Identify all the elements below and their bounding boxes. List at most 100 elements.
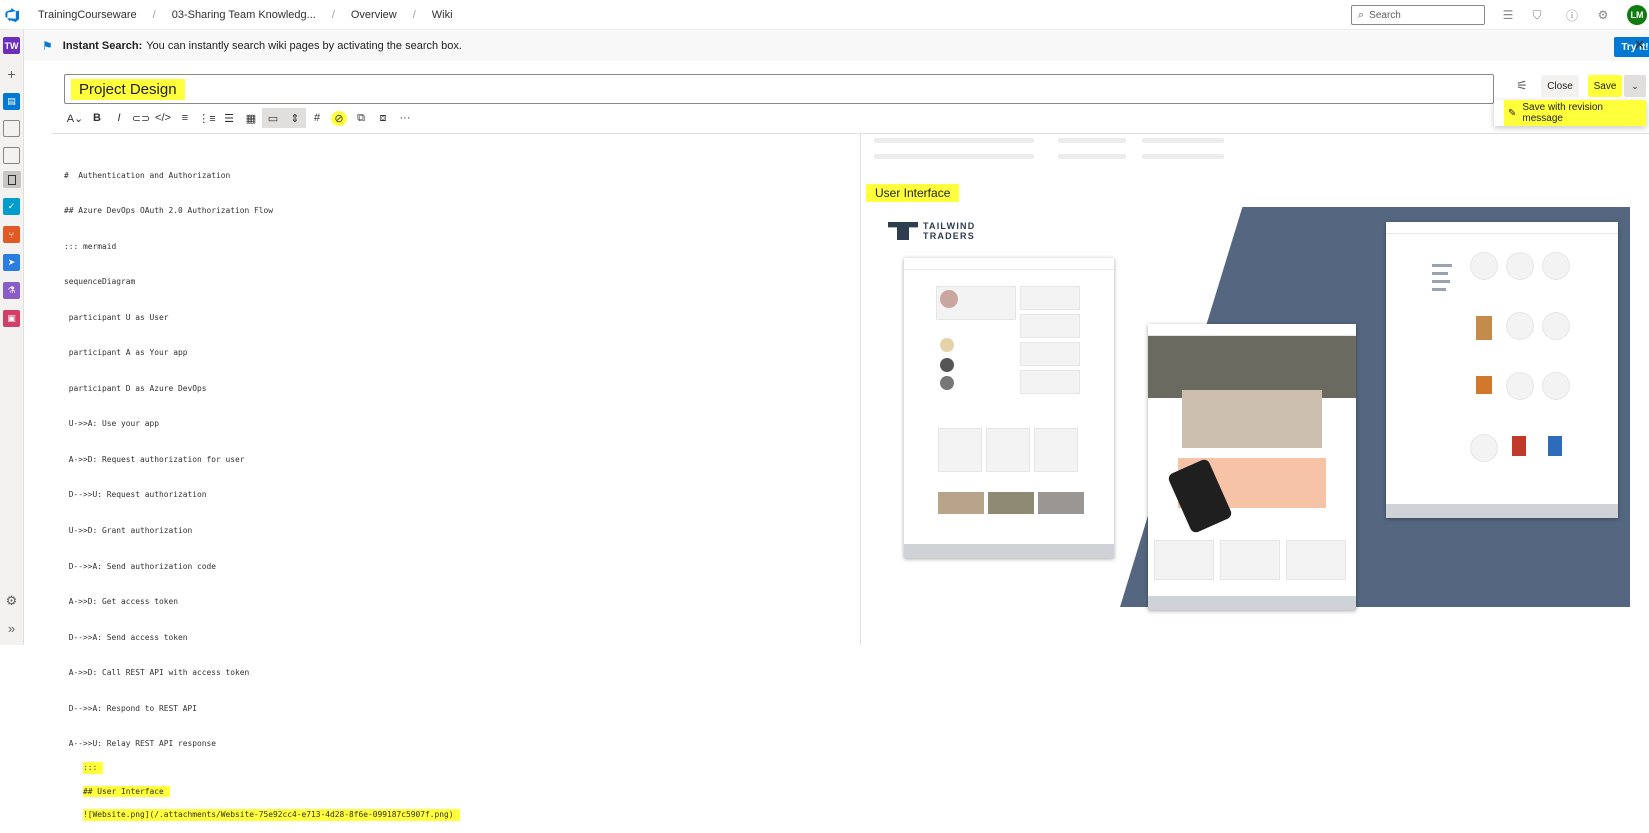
checklist-icon[interactable]: ☰	[218, 108, 240, 128]
md-line: ## Azure DevOps OAuth 2.0 Authorization …	[64, 206, 274, 216]
breadcrumb-wiki[interactable]: Wiki	[428, 9, 457, 21]
md-line: ## User Interface	[83, 785, 170, 798]
add-icon[interactable]: +	[3, 65, 20, 82]
md-line: :::	[83, 761, 104, 774]
bulleted-list-icon[interactable]: ≡	[174, 108, 196, 128]
instant-search-banner: ⚑ Instant Search: You can instantly sear…	[24, 31, 1649, 61]
tailwind-traders-logo: TAILWIND TRADERS	[888, 221, 975, 241]
markdown-content: # Authentication and Authorization ## Az…	[64, 146, 460, 833]
brand-line-1: TAILWIND	[923, 221, 976, 231]
code-icon[interactable]: </>	[152, 108, 174, 128]
breadcrumb: TrainingCourseware / 03-Sharing Team Kno…	[34, 9, 457, 21]
md-line: A-->>U: Relay REST API response	[64, 739, 217, 749]
banner-label: Instant Search:	[62, 40, 143, 52]
preview-toggle-icon[interactable]: ▭	[262, 108, 284, 128]
md-line: D-->>A: Respond to REST API	[64, 703, 198, 713]
azure-devops-logo-icon[interactable]	[0, 0, 24, 30]
lightbulb-icon: ⚑	[42, 39, 53, 53]
attachment-icon[interactable]: ⊘	[328, 108, 350, 128]
search-placeholder: Search	[1369, 9, 1401, 21]
md-line: U->>D: Grant authorization	[64, 526, 193, 535]
loading-placeholder	[1142, 138, 1224, 143]
user-settings-icon[interactable]: ⚙	[1595, 7, 1611, 23]
close-button[interactable]: Close	[1541, 75, 1579, 97]
numbered-list-icon[interactable]: ⋮≡	[196, 108, 218, 128]
md-line: A->>D: Get access token	[64, 597, 179, 607]
save-with-revision-menu-item[interactable]: ✎ Save with revision message	[1504, 100, 1646, 126]
website-mockup-home	[1148, 324, 1356, 610]
list-icon[interactable]: ☰	[1500, 7, 1516, 23]
md-line: U->>A: Use your app	[64, 419, 160, 429]
save-button[interactable]: Save	[1588, 75, 1622, 97]
project-settings-icon[interactable]: ⚙	[3, 592, 20, 609]
breadcrumb-separator: /	[412, 8, 416, 21]
website-mockup-profile	[904, 258, 1114, 558]
md-line: participant U as User	[64, 312, 169, 322]
avatar[interactable]: LM	[1627, 5, 1647, 25]
test-plans-icon[interactable]: ⚗	[3, 282, 20, 299]
md-line: # Authentication and Authorization	[64, 170, 231, 180]
left-navigation-rail: TW + ▤ ✓ ⑂ ➤ ⚗ ▣ ⚙ »	[0, 30, 24, 645]
search-input[interactable]: ⌕ Search	[1351, 5, 1485, 25]
save-options-menu: ✎ Save with revision message	[1494, 100, 1646, 126]
md-line: A->>D: Call REST API with access token	[64, 668, 250, 678]
overview-icon[interactable]: ▤	[3, 93, 20, 110]
close-icon[interactable]: ✕	[1634, 37, 1645, 53]
preview-heading: User Interface	[866, 184, 960, 202]
search-icon: ⌕	[1358, 8, 1365, 21]
md-line: A->>D: Request authorization for user	[64, 454, 245, 464]
diagram-icon[interactable]: ⧈	[372, 108, 394, 128]
md-line: ::: mermaid	[64, 241, 117, 251]
md-line: D-->>A: Send authorization code	[64, 561, 217, 571]
md-line: participant D as Azure DevOps	[64, 383, 207, 393]
mention-icon[interactable]: ⧉	[350, 108, 372, 128]
page-settings-icon[interactable]: ⚟	[1514, 78, 1530, 94]
brand-line-2: TRADERS	[923, 231, 975, 241]
italic-icon[interactable]: I	[108, 108, 130, 128]
page-title: Project Design	[71, 78, 185, 100]
page-title-input[interactable]: Project Design	[64, 74, 1494, 104]
save-with-revision-label: Save with revision message	[1522, 102, 1603, 124]
wiki-icon[interactable]	[3, 171, 21, 188]
repos-icon[interactable]: ⑂	[3, 226, 20, 243]
markdown-editor[interactable]: # Authentication and Authorization ## Az…	[52, 133, 861, 822]
expand-rail-icon[interactable]: »	[3, 620, 20, 637]
loading-placeholder	[874, 154, 1034, 159]
breadcrumb-organization[interactable]: TrainingCourseware	[34, 9, 141, 21]
tailwind-traders-logo-icon	[888, 222, 918, 240]
link-icon[interactable]: ⊂⊃	[130, 108, 152, 128]
heading-icon[interactable]: #	[306, 108, 328, 128]
md-line: D-->>U: Request authorization	[64, 490, 207, 500]
expand-collapse-icon[interactable]: ⇕	[284, 108, 306, 128]
md-line: sequenceDiagram	[64, 277, 136, 287]
dashboards-icon[interactable]	[3, 147, 20, 164]
website-mockup-catalog	[1386, 222, 1618, 518]
table-icon[interactable]: ▦	[240, 108, 262, 128]
more-options-icon[interactable]: ···	[394, 108, 416, 128]
breadcrumb-overview[interactable]: Overview	[347, 9, 401, 21]
loading-placeholder	[874, 138, 1034, 143]
text-format-icon[interactable]: A⌄	[64, 108, 86, 128]
help-icon[interactable]: ⓘ	[1564, 7, 1580, 23]
bold-icon[interactable]: B	[86, 108, 108, 128]
banner-message: You can instantly search wiki pages by a…	[146, 40, 462, 52]
breadcrumb-separator: /	[331, 8, 335, 21]
loading-placeholder	[1142, 154, 1224, 159]
md-line: ![Website.png](/.attachments/Website-75e…	[83, 809, 460, 822]
project-avatar[interactable]: TW	[3, 37, 20, 54]
save-options-chevron-down-icon[interactable]: ⌄	[1624, 75, 1646, 97]
pipelines-icon[interactable]: ➤	[3, 254, 20, 271]
md-line: participant A as Your app	[64, 348, 188, 358]
summary-icon[interactable]	[3, 120, 20, 137]
artifacts-icon[interactable]: ▣	[3, 310, 20, 327]
md-line: D-->>A: Send access token	[64, 632, 188, 642]
breadcrumb-project[interactable]: 03-Sharing Team Knowledg...	[168, 9, 320, 21]
shopping-bag-icon[interactable]: ⛉	[1529, 7, 1545, 23]
save-revision-icon: ✎	[1508, 107, 1517, 119]
editor-toolbar: A⌄ B I ⊂⊃ </> ≡ ⋮≡ ☰ ▦ ▭ ⇕ # ⊘ ⧉ ⧈ ···	[64, 107, 416, 129]
top-navigation-bar: TrainingCourseware / 03-Sharing Team Kno…	[0, 0, 1649, 30]
loading-placeholder	[1058, 138, 1126, 143]
loading-placeholder	[1058, 154, 1126, 159]
breadcrumb-separator: /	[152, 8, 156, 21]
boards-icon[interactable]: ✓	[3, 198, 20, 215]
